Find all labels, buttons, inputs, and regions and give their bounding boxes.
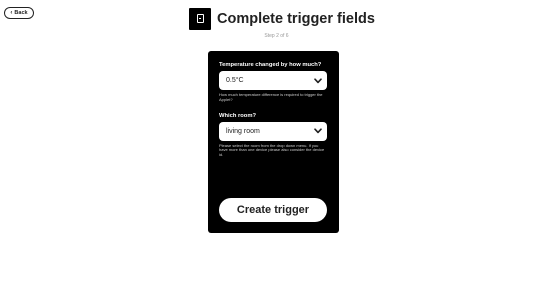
chevron-down-icon [314,77,322,83]
page-header: Complete trigger fields [189,6,375,31]
back-button[interactable]: ‹ Back [4,7,34,19]
temperature-change-label: Temperature changed by how much? [219,62,322,68]
room-field: Which room? living room Please select th… [219,113,328,158]
temperature-change-field: Temperature changed by how much? 0.5°C H… [219,62,328,103]
chevron-left-icon: ‹ [10,10,13,16]
room-helper: Please select the room from the drop dow… [219,142,325,158]
device-service-icon [189,7,211,30]
temperature-change-helper: How much temperature difference is requi… [219,92,323,102]
back-button-label: Back [14,10,28,16]
temperature-change-select[interactable]: 0.5°C [219,71,327,90]
temperature-change-value: 0.5°C [226,77,244,84]
trigger-form-card: Temperature changed by how much? 0.5°C H… [208,51,339,233]
step-indicator: Step 2 of 6 [264,33,289,39]
page-title: Complete trigger fields [217,10,375,27]
create-trigger-button[interactable]: Create trigger [219,198,327,222]
room-label: Which room? [219,112,257,119]
room-select[interactable]: living room [219,121,327,141]
room-value: living room [226,127,260,135]
chevron-down-icon [314,128,322,134]
